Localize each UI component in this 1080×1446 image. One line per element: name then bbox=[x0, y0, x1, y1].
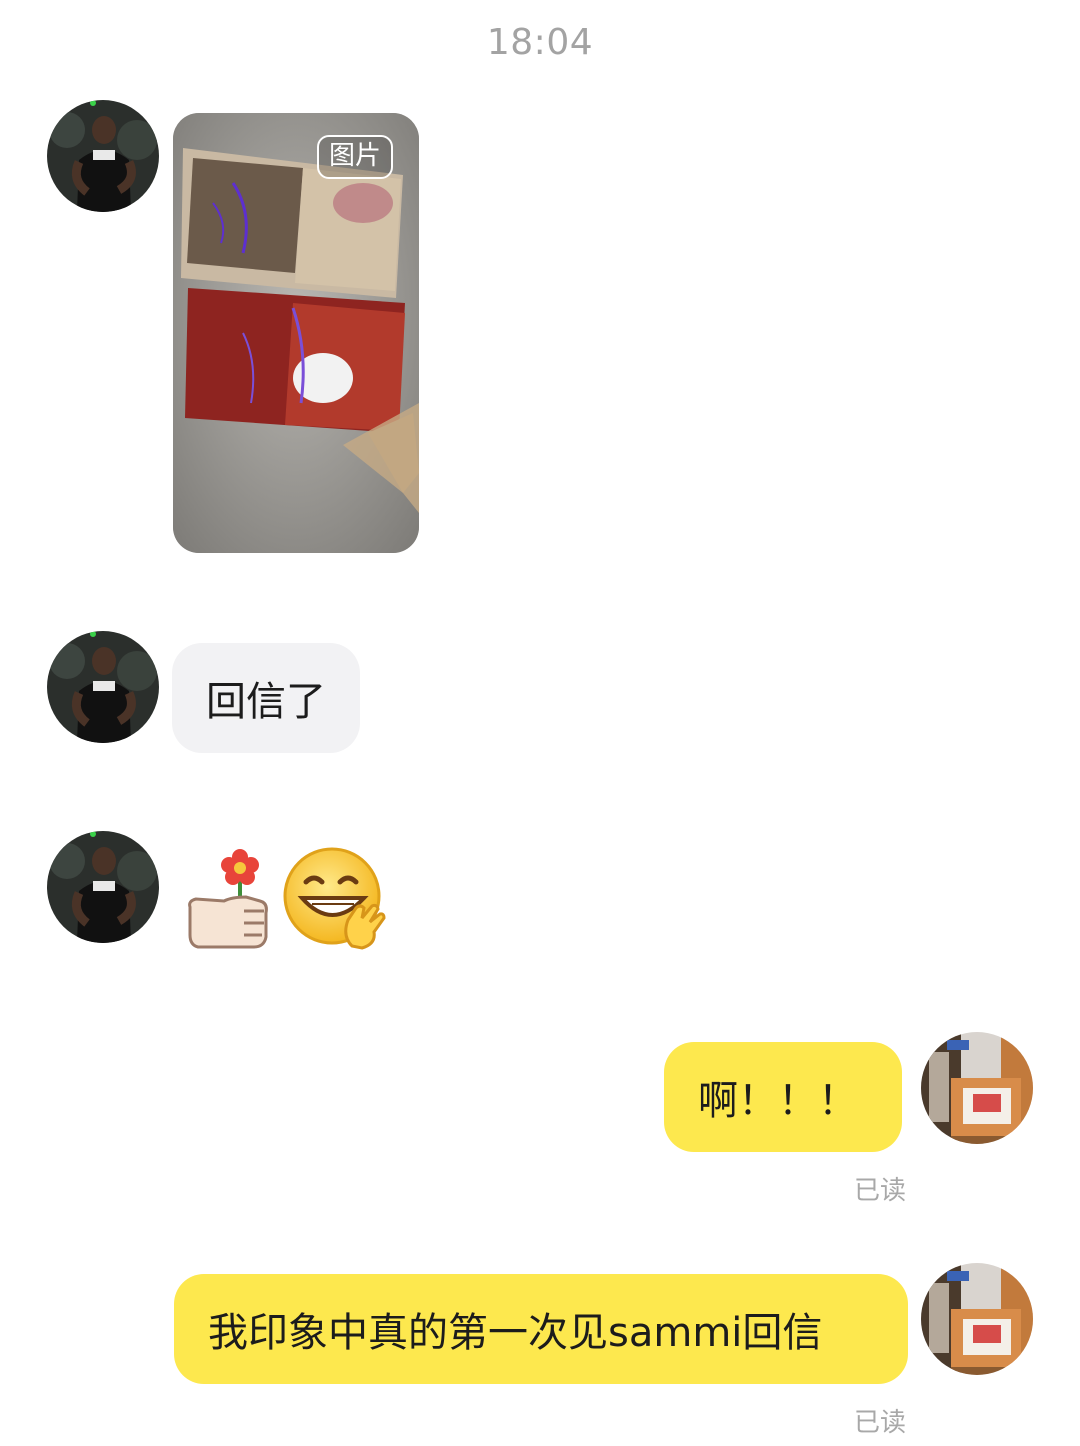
contact-avatar[interactable] bbox=[47, 831, 159, 943]
my-avatar[interactable] bbox=[921, 1263, 1033, 1375]
read-receipt: 已读 bbox=[854, 1176, 907, 1206]
message-text: 啊！！！ bbox=[698, 1078, 858, 1124]
outgoing-text-bubble[interactable]: 啊！！！ bbox=[664, 1042, 902, 1152]
message-timestamp: 18:04 bbox=[486, 22, 594, 63]
grin-wave-emoji-icon[interactable] bbox=[282, 846, 392, 954]
read-receipt: 已读 bbox=[854, 1408, 907, 1438]
incoming-text-bubble[interactable]: 回信了 bbox=[172, 643, 360, 753]
photo-message[interactable]: 图片 bbox=[173, 113, 419, 553]
contact-avatar[interactable] bbox=[47, 100, 159, 212]
my-avatar[interactable] bbox=[921, 1032, 1033, 1144]
message-text: 回信了 bbox=[206, 679, 326, 725]
image-type-badge: 图片 bbox=[317, 135, 394, 179]
contact-avatar[interactable] bbox=[47, 631, 159, 743]
message-text: 我印象中真的第一次见sammi回信 bbox=[208, 1310, 823, 1356]
thumb-flower-icon[interactable] bbox=[184, 845, 274, 953]
outgoing-text-bubble[interactable]: 我印象中真的第一次见sammi回信 bbox=[174, 1274, 908, 1384]
